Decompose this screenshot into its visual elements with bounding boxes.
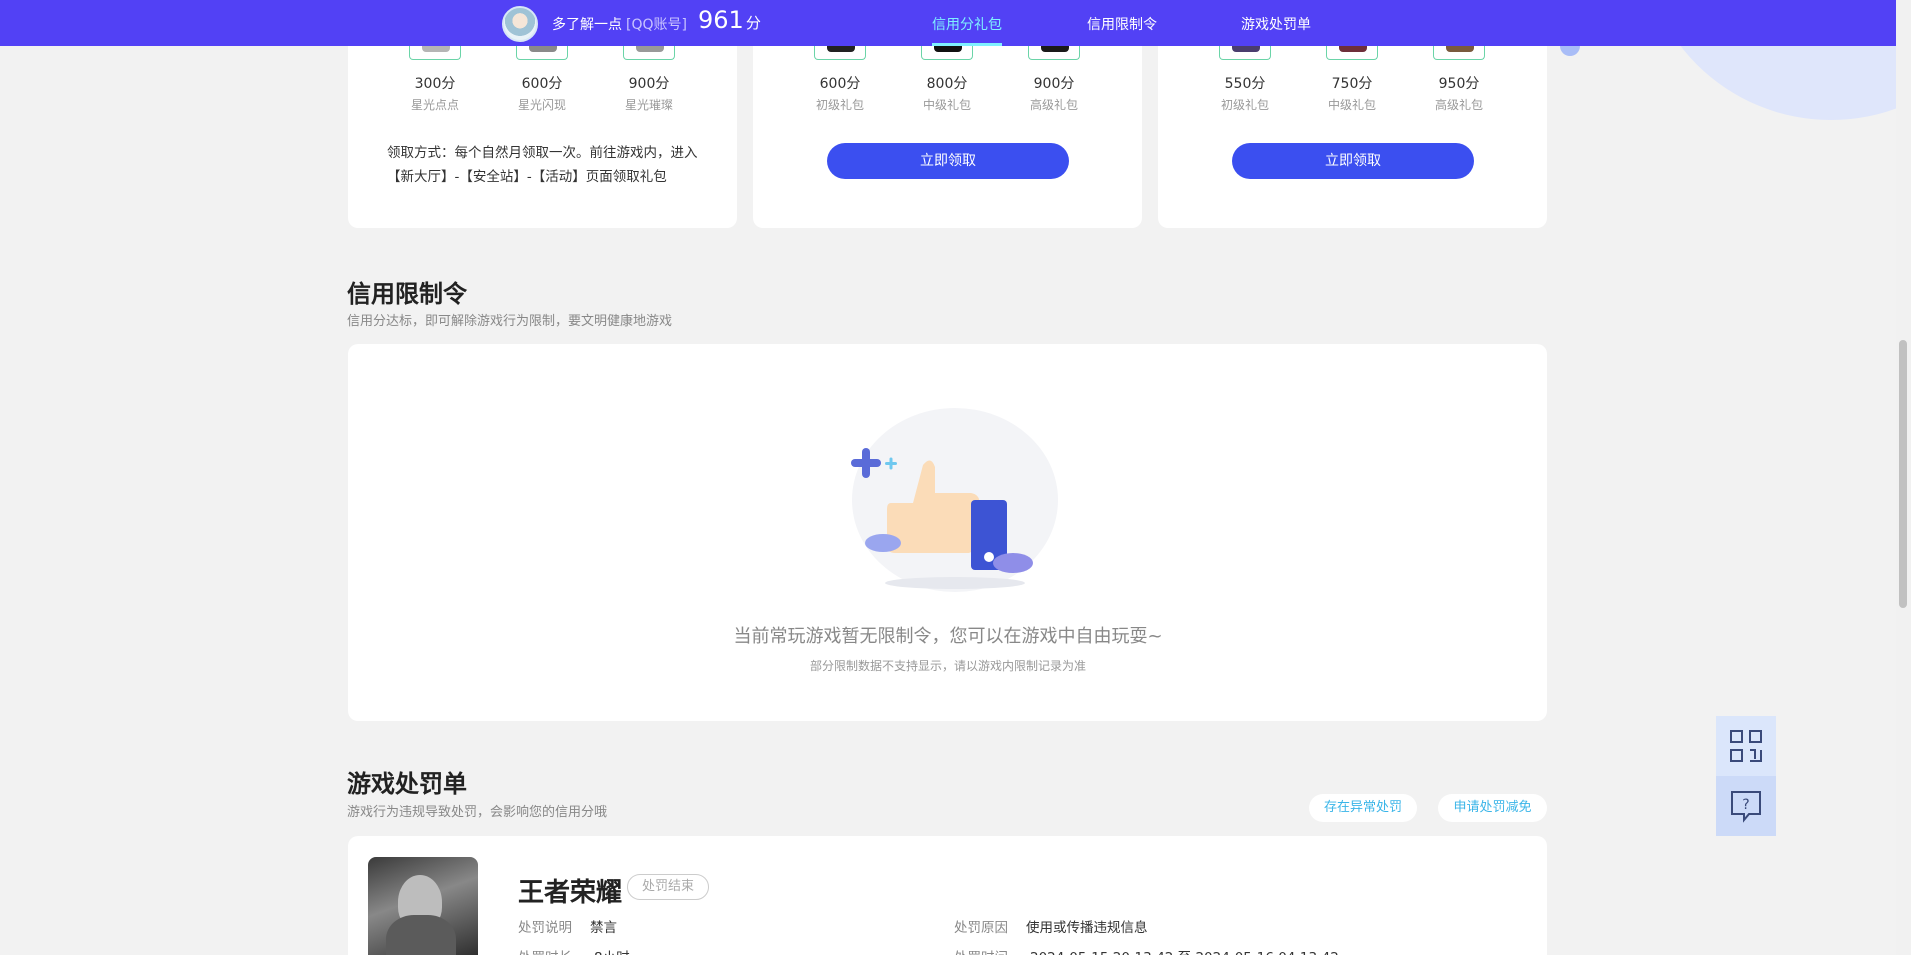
top-nav-bar: 多了解一点 [QQ账号] 961 分 信用分礼包 信用限制令 游戏处罚单 (0, 0, 1896, 46)
gift-score: 900分 (628, 76, 670, 92)
gift-score: 300分 (414, 76, 456, 92)
floating-tool-panel: ? (1716, 716, 1776, 836)
svg-text:?: ? (1742, 797, 1749, 813)
claim-button-2[interactable]: 立即领取 (827, 143, 1069, 179)
penalty-duration-value: 8小时 (594, 946, 630, 955)
gift-score: 550分 (1224, 76, 1266, 92)
penalty-time-value: 2024-05-15 20:13:42 至 2024-05-16 04:13:4… (1030, 946, 1339, 955)
claim-instructions: 领取方式：每个自然月领取一次。前往游戏内，进入【新大厅】-【安全站】-【活动】页… (387, 145, 698, 185)
penalty-time-label: 处罚时间 (954, 946, 1008, 955)
gift-score: 600分 (521, 76, 563, 92)
gift-name: 中级礼包 (1327, 98, 1376, 112)
help-button[interactable]: ? (1716, 776, 1776, 836)
penalty-reason-value: 使用或传播违规信息 (1026, 920, 1148, 936)
gift-name: 高级礼包 (1434, 98, 1483, 112)
section-subtitle-restriction: 信用分达标，即可解除游戏行为限制，要文明健康地游戏 (347, 314, 673, 329)
qrcode-button[interactable] (1716, 716, 1776, 776)
section-subtitle-penalty: 游戏行为违规导致处罚，会影响您的信用分哦 (347, 805, 608, 820)
nickname-text: 多了解一点 (552, 17, 622, 33)
status-badge: 处罚结束 (627, 874, 710, 900)
claim-button-3[interactable]: 立即领取 (1232, 143, 1474, 179)
page-scrollbar[interactable] (1896, 0, 1911, 955)
credit-score: 961 分 (698, 6, 761, 34)
penalty-desc-value: 禁言 (590, 920, 617, 936)
account-type: [QQ账号] (626, 17, 687, 33)
game-cover-image (368, 857, 478, 955)
tab-credit-restriction[interactable]: 信用限制令 (1087, 14, 1157, 34)
qrcode-icon (1730, 730, 1762, 762)
thumbs-up-illustration (851, 408, 1058, 592)
penalty-reason-label: 处罚原因 (954, 920, 1008, 936)
tab-credit-gift[interactable]: 信用分礼包 (932, 14, 1002, 46)
empty-state-message: 当前常玩游戏暂无限制令，您可以在游戏中自由玩耍~ (733, 626, 1163, 647)
help-chat-icon: ? (1731, 791, 1761, 823)
user-nickname: 多了解一点 [QQ账号] (552, 14, 687, 34)
user-avatar[interactable] (502, 6, 538, 42)
gift-name: 星光闪现 (517, 98, 566, 112)
gift-name: 星光璀璨 (624, 98, 673, 112)
empty-state-note: 部分限制数据不支持显示，请以游戏内限制记录为准 (809, 659, 1086, 673)
credit-score-value: 961 (698, 6, 744, 34)
gift-score: 900分 (1033, 76, 1075, 92)
credit-score-unit: 分 (745, 14, 761, 32)
gift-name: 初级礼包 (1220, 98, 1269, 112)
abnormal-penalty-button[interactable]: 存在异常处罚 (1309, 794, 1417, 822)
apply-reduction-button[interactable]: 申请处罚减免 (1438, 794, 1547, 822)
game-title: 王者荣耀 (518, 878, 623, 908)
section-title-restriction: 信用限制令 (347, 280, 467, 308)
gift-name: 星光点点 (410, 98, 459, 112)
tab-game-penalty[interactable]: 游戏处罚单 (1241, 14, 1311, 34)
section-title-penalty: 游戏处罚单 (347, 770, 467, 798)
gift-name: 初级礼包 (815, 98, 864, 112)
gift-name: 中级礼包 (922, 98, 971, 112)
gift-score: 750分 (1331, 76, 1373, 92)
gift-name: 高级礼包 (1029, 98, 1078, 112)
gift-score: 600分 (819, 76, 861, 92)
gift-score: 950分 (1438, 76, 1480, 92)
scrollbar-thumb[interactable] (1899, 340, 1907, 608)
penalty-desc-label: 处罚说明 (518, 920, 572, 936)
gift-score: 800分 (926, 76, 968, 92)
penalty-duration-label: 处罚时长 (518, 946, 572, 955)
